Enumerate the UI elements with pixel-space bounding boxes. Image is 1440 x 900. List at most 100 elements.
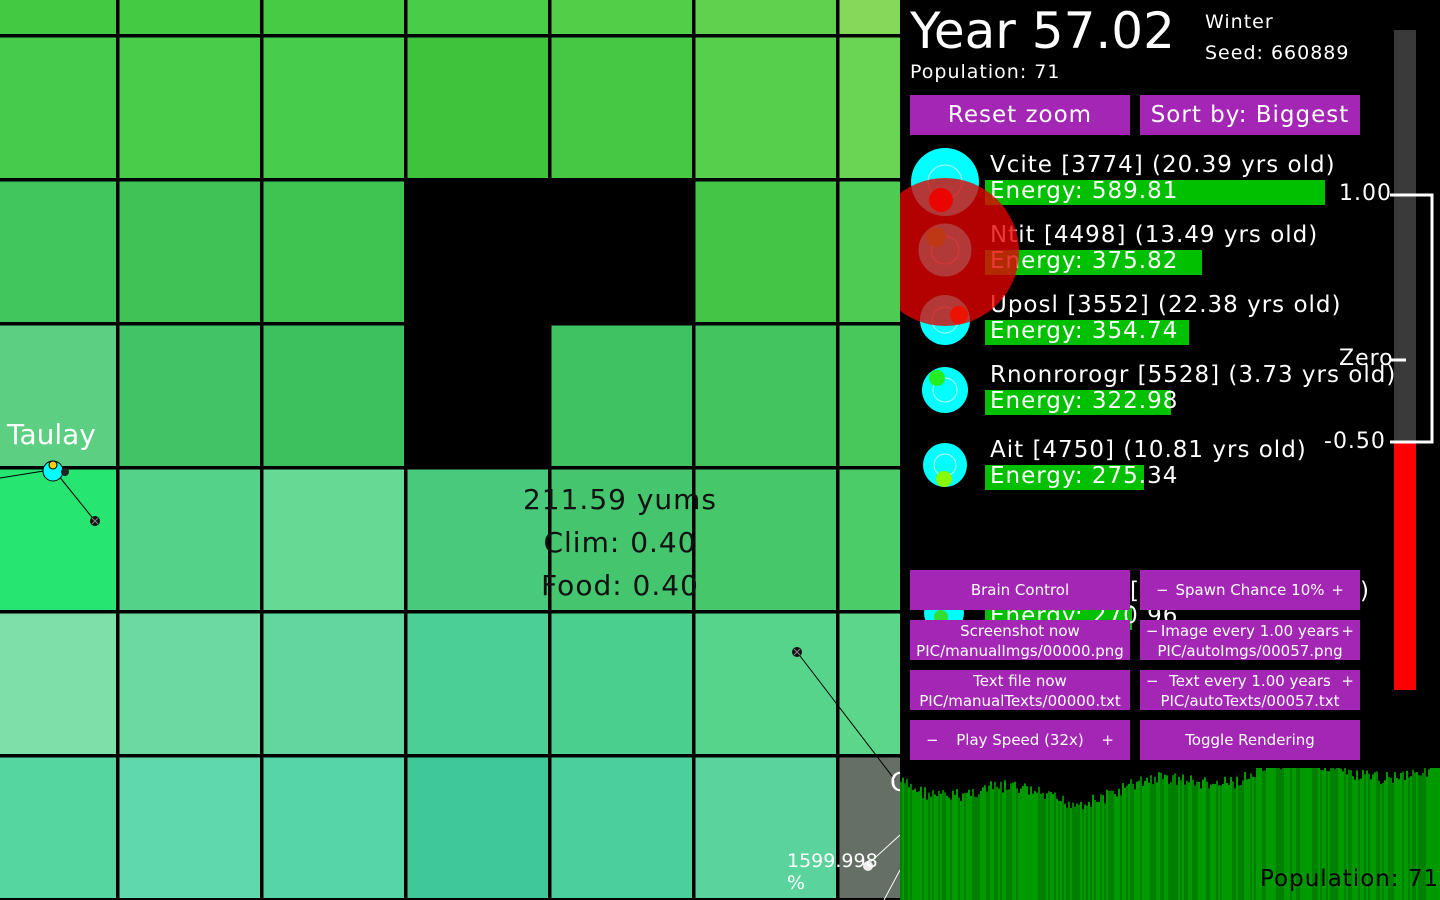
population-bar xyxy=(956,789,958,900)
population-bar xyxy=(1112,790,1114,900)
population-bar xyxy=(1148,782,1150,900)
population-bar xyxy=(1000,781,1002,900)
population-bar xyxy=(1052,794,1054,900)
population-bar xyxy=(1104,803,1106,900)
text-plus-button[interactable]: + xyxy=(1341,671,1354,691)
population-bar xyxy=(1086,805,1088,900)
population-bar xyxy=(950,799,952,900)
population-bar xyxy=(1136,781,1138,900)
population-bar xyxy=(1192,779,1194,900)
population-bar xyxy=(1250,773,1252,900)
population-bar xyxy=(966,792,968,900)
population-bar xyxy=(1218,785,1220,900)
population-bar xyxy=(1166,775,1168,900)
population-bar xyxy=(1146,777,1148,900)
text-path: PIC/autoTexts/00057.txt xyxy=(1160,692,1340,710)
population-bar xyxy=(1078,804,1080,900)
textfile-now-button[interactable]: Text file now PIC/manualTexts/00000.txt xyxy=(910,670,1130,710)
screenshot-now-button[interactable]: Screenshot now PIC/manualImgs/00000.png xyxy=(910,620,1130,660)
population-bar xyxy=(962,793,964,900)
population-bar xyxy=(1038,786,1040,900)
population-bar xyxy=(1200,788,1202,900)
image-interval-control[interactable]: − Image every 1.00 years + PIC/autoImgs/… xyxy=(1140,620,1360,660)
population-bar xyxy=(914,788,916,900)
scale-low-label: -0.50 xyxy=(1324,429,1386,454)
brain-control-button[interactable]: Brain Control xyxy=(910,570,1130,610)
creature-name: Ait [4750] (10.81 yrs old) xyxy=(990,437,1307,463)
population-bar xyxy=(1206,781,1208,900)
play-speed-control[interactable]: − Play Speed (32x) + xyxy=(910,720,1130,760)
population-bar xyxy=(1188,782,1190,900)
tile-climate: Clim: 0.40 xyxy=(543,526,697,559)
population-bar xyxy=(1238,785,1240,900)
toggle-rendering-button[interactable]: Toggle Rendering xyxy=(1140,720,1360,760)
population-bar xyxy=(1140,776,1142,900)
image-plus-button[interactable]: + xyxy=(1341,621,1354,641)
population-bar xyxy=(1242,780,1244,900)
creature-mouth xyxy=(936,471,952,487)
population-bar xyxy=(970,796,972,900)
population-graph-label: Population: 71 xyxy=(1260,866,1440,892)
population-bar xyxy=(996,786,998,900)
population-bar xyxy=(1204,777,1206,900)
population-bar xyxy=(1010,783,1012,900)
population-bar xyxy=(938,790,940,900)
population-bar xyxy=(1064,803,1066,900)
population-bar xyxy=(1178,776,1180,900)
population-bar xyxy=(904,783,906,900)
population-bar xyxy=(1062,795,1064,900)
text-interval-control[interactable]: − Text every 1.00 years + PIC/autoTexts/… xyxy=(1140,670,1360,710)
toggle-rendering-label: Toggle Rendering xyxy=(1185,731,1315,749)
population-bar xyxy=(1032,793,1034,900)
population-bar xyxy=(910,783,912,900)
spike-node xyxy=(90,516,100,526)
population-bar xyxy=(1020,788,1022,900)
speed-plus-button[interactable]: + xyxy=(1101,720,1114,760)
population-bar xyxy=(1186,780,1188,900)
population-bar xyxy=(1012,782,1014,900)
population-bar xyxy=(1002,792,1004,900)
population-bar xyxy=(960,801,962,900)
population-bar xyxy=(1248,778,1250,900)
population-bar xyxy=(1090,806,1092,900)
reset-zoom-button[interactable]: Reset zoom xyxy=(910,95,1130,135)
population-bar xyxy=(1130,779,1132,900)
creature-name: Ntit [4498] (13.49 yrs old) xyxy=(990,222,1319,248)
population-bar xyxy=(952,790,954,900)
population-bar xyxy=(1094,799,1096,900)
spawn-plus-button[interactable]: + xyxy=(1331,570,1344,610)
population-bar xyxy=(1076,803,1078,900)
population-bar xyxy=(1246,779,1248,900)
tile-yums: 211.59 yums xyxy=(522,483,718,516)
population-bar xyxy=(1228,784,1230,900)
population-bar xyxy=(1150,775,1152,900)
world-map[interactable]: Taulay C 211.59 yums Clim: 0.40 Food: 0.… xyxy=(0,0,900,900)
population-bar xyxy=(1198,781,1200,900)
population-bar xyxy=(1118,788,1120,900)
population-bar xyxy=(1154,776,1156,900)
population-bar xyxy=(988,785,990,900)
sort-by-button[interactable]: Sort by: Biggest xyxy=(1140,95,1360,135)
brain-control-label: Brain Control xyxy=(970,581,1070,599)
creature-icon xyxy=(922,367,968,413)
population-bar xyxy=(926,799,928,900)
play-speed-label: Play Speed (32x) xyxy=(956,731,1084,749)
population-bar xyxy=(1236,776,1238,900)
population-bar xyxy=(964,793,966,900)
population-bar xyxy=(1202,779,1204,900)
population-bar xyxy=(1054,792,1056,900)
population-bar xyxy=(998,788,1000,900)
population-bar xyxy=(1134,789,1136,900)
population-bar xyxy=(986,791,988,900)
population-bar xyxy=(1234,788,1236,900)
spawn-chance-control[interactable]: − Spawn Chance 10% + xyxy=(1140,570,1360,610)
population-bar xyxy=(1044,798,1046,900)
population-bar xyxy=(1036,792,1038,900)
creature-taulay[interactable] xyxy=(0,460,100,526)
creature-energy: Energy: 322.98 xyxy=(990,388,1179,414)
population-bar xyxy=(946,795,948,900)
population-bar xyxy=(1164,774,1166,900)
population-bar xyxy=(1040,793,1042,900)
population-bar xyxy=(1256,768,1258,900)
population-bar xyxy=(928,792,930,900)
